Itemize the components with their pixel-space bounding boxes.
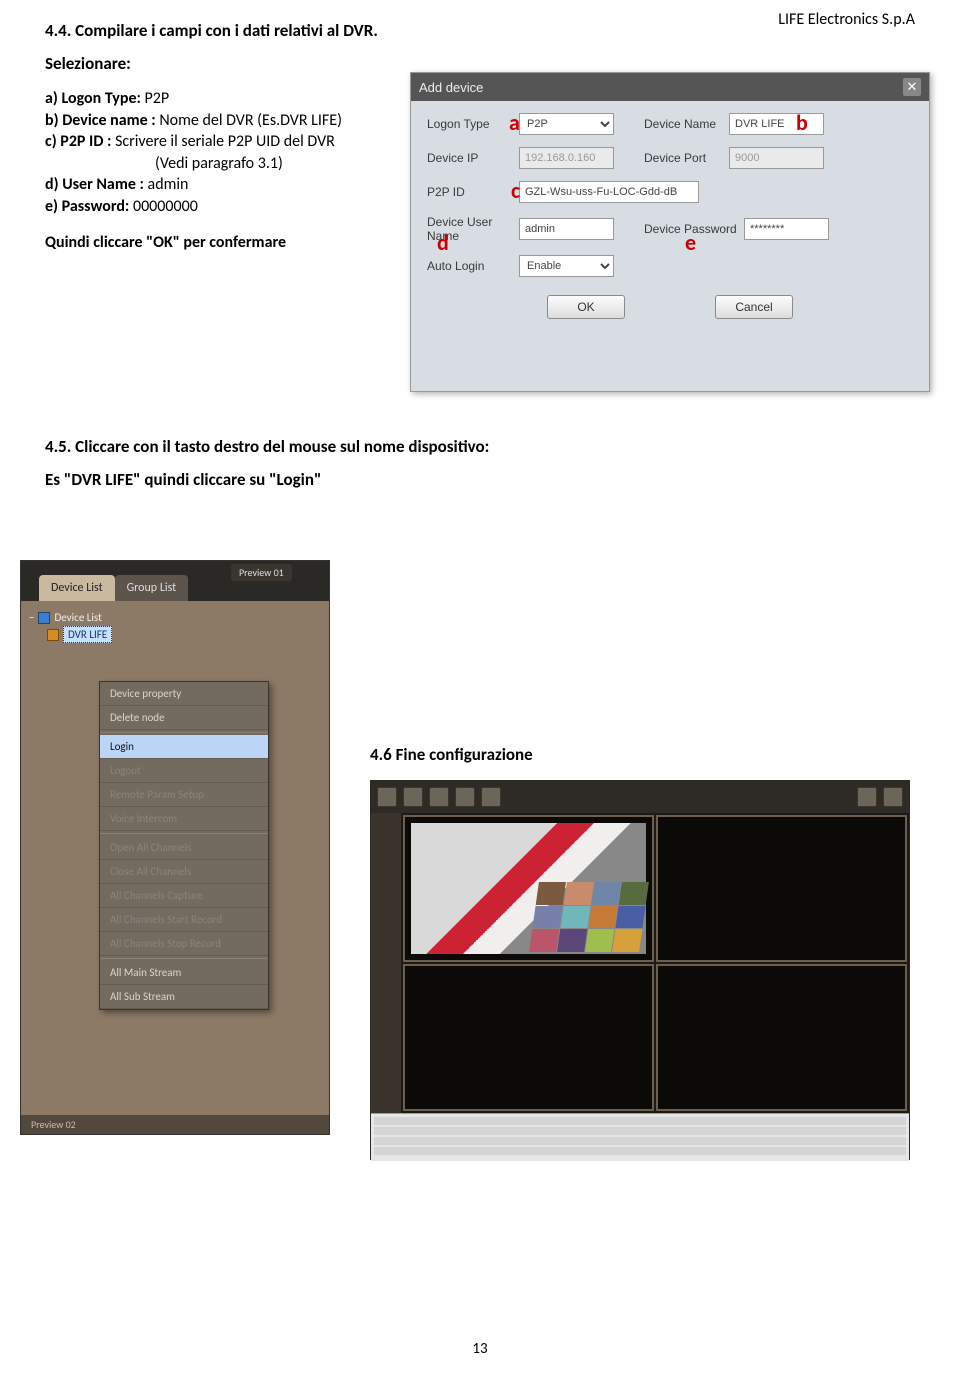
minus-icon: −	[29, 611, 34, 624]
tab-device-list[interactable]: Device List	[39, 575, 115, 601]
menu-delete-node[interactable]: Delete node	[100, 706, 268, 730]
menu-start-record: All Channels Start Record	[100, 908, 268, 932]
menu-stop-record: All Channels Stop Record	[100, 932, 268, 956]
anno-d: d	[437, 229, 449, 256]
log-panel	[371, 1113, 909, 1161]
device-port-label: Device Port	[644, 151, 729, 165]
camera-view-2[interactable]	[656, 815, 907, 962]
menu-login[interactable]: Login	[100, 735, 268, 759]
section-4-5-sub: Es "DVR LIFE" quindi cliccare su "Login"	[45, 469, 915, 490]
folder-icon	[38, 612, 50, 624]
item-e-value: 00000000	[133, 197, 198, 216]
menu-voice: Voice Intercom	[100, 807, 268, 831]
menu-close-all: Close All Channels	[100, 860, 268, 884]
menu-separator	[100, 958, 268, 959]
tree-root-label: Device List	[54, 611, 101, 624]
tree-root[interactable]: − Device List	[29, 611, 321, 624]
device-tree: − Device List DVR LIFE	[21, 601, 329, 649]
add-device-dialog: Add device ✕ Logon Type P2P Device Name …	[410, 72, 930, 392]
item-d-prefix: d) User Name :	[45, 175, 148, 194]
tree-node-dvr[interactable]: DVR LIFE	[29, 626, 321, 643]
anno-e: e	[685, 229, 696, 256]
tree-node-label: DVR LIFE	[63, 626, 112, 643]
device-ip-input	[519, 147, 614, 169]
p2p-id-input[interactable]	[519, 181, 699, 203]
menu-main-stream[interactable]: All Main Stream	[100, 961, 268, 985]
item-c-note: (Vedi paragrafo 3.1)	[155, 154, 283, 173]
auto-login-select[interactable]: Enable	[519, 255, 614, 277]
item-a-prefix: a) Logon Type:	[45, 89, 145, 108]
item-b-value: Nome del DVR (Es.DVR LIFE)	[159, 111, 342, 130]
toolbar-icon[interactable]	[481, 787, 501, 807]
password-input[interactable]	[744, 218, 829, 240]
tab-group-list[interactable]: Group List	[115, 575, 189, 601]
anno-c: c	[511, 177, 520, 204]
camera-view-1[interactable]	[403, 815, 654, 962]
section-4-5-title: 4.5. Cliccare con il tasto destro del mo…	[45, 436, 915, 457]
color-chart-icon	[529, 882, 649, 952]
device-name-label: Device Name	[644, 117, 729, 131]
toolbar-icon[interactable]	[403, 787, 423, 807]
camera-image	[411, 823, 646, 954]
camera-grid	[401, 813, 909, 1113]
toolbar-icon[interactable]	[857, 787, 877, 807]
toolbar-icon[interactable]	[377, 787, 397, 807]
preview-bottom-label: Preview 02	[21, 1115, 329, 1134]
cancel-button[interactable]: Cancel	[715, 295, 793, 319]
camera-view-3[interactable]	[403, 964, 654, 1111]
logon-type-label: Logon Type	[427, 117, 519, 131]
header-company: LIFE Electronics S.p.A	[778, 10, 915, 29]
menu-logout: Logout	[100, 759, 268, 783]
toolbar-icon[interactable]	[883, 787, 903, 807]
anno-b: b	[796, 109, 808, 136]
close-icon[interactable]: ✕	[903, 78, 921, 96]
menu-open-all: Open All Channels	[100, 836, 268, 860]
preview-sidebar	[371, 813, 401, 1113]
menu-device-property[interactable]: Device property	[100, 682, 268, 706]
page-number: 13	[0, 1340, 960, 1358]
menu-sub-stream[interactable]: All Sub Stream	[100, 985, 268, 1009]
selezionare-label: Selezionare:	[45, 53, 915, 74]
preview-tab[interactable]: Preview 01	[231, 564, 292, 581]
menu-remote-param: Remote Param Setup	[100, 783, 268, 807]
item-e-prefix: e) Password:	[45, 197, 133, 216]
toolbar-icon[interactable]	[455, 787, 475, 807]
auto-login-label: Auto Login	[427, 259, 519, 273]
item-a-value: P2P	[145, 89, 170, 108]
user-name-input[interactable]	[519, 218, 614, 240]
section-4-6-title: 4.6 Fine configurazione	[370, 744, 533, 765]
device-icon	[47, 629, 59, 641]
context-menu: Device property Delete node Login Logout…	[99, 681, 269, 1010]
device-ip-label: Device IP	[427, 151, 519, 165]
ok-button[interactable]: OK	[547, 295, 625, 319]
menu-capture: All Channels Capture	[100, 884, 268, 908]
preview-toolbar	[371, 781, 909, 813]
menu-separator	[100, 833, 268, 834]
item-d-value: admin	[148, 175, 189, 194]
device-name-input[interactable]	[729, 113, 824, 135]
p2p-id-label: P2P ID	[427, 185, 519, 199]
dialog-title-bar: Add device ✕	[411, 73, 929, 101]
anno-a: a	[509, 109, 520, 136]
device-list-screenshot: Preview 01 Device List Group List − Devi…	[20, 560, 330, 1135]
item-b-prefix: b) Device name :	[45, 111, 159, 130]
toolbar-icon[interactable]	[429, 787, 449, 807]
logon-type-select[interactable]: P2P	[519, 113, 614, 135]
menu-separator	[100, 732, 268, 733]
item-c-value: Scrivere il seriale P2P UID del DVR	[115, 132, 335, 151]
device-port-input	[729, 147, 824, 169]
dialog-title: Add device	[419, 80, 483, 95]
camera-view-4[interactable]	[656, 964, 907, 1111]
item-c-prefix: c) P2P ID :	[45, 132, 115, 151]
preview-app-screenshot	[370, 780, 910, 1160]
